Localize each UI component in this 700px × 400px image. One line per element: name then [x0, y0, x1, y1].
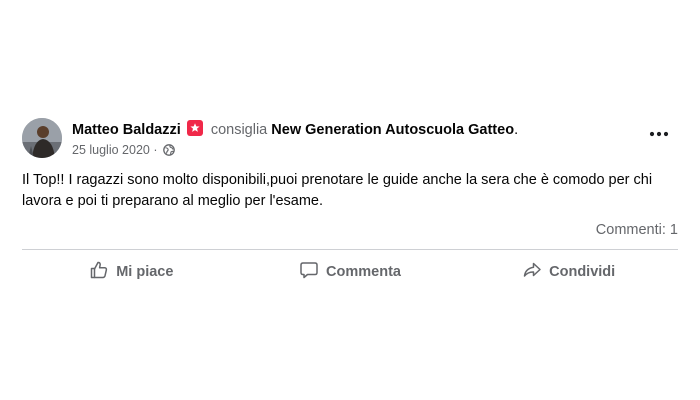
divider — [22, 249, 678, 250]
page-name-link[interactable]: New Generation Autoscuola Gatteo — [271, 122, 514, 138]
recommends-text: consiglia — [210, 122, 268, 138]
review-post: Matteo Baldazzi consiglia New Generation… — [22, 116, 678, 292]
post-header-text: Matteo Baldazzi consiglia New Generation… — [72, 120, 518, 160]
share-arrow-icon — [522, 260, 549, 284]
post-actions: Mi piace Commenta Condividi — [22, 252, 678, 292]
comment-bubble-icon — [299, 260, 326, 284]
like-button[interactable]: Mi piace — [22, 252, 241, 292]
globe-icon — [163, 144, 175, 160]
more-options-icon[interactable] — [646, 124, 672, 144]
thumbs-up-icon — [89, 260, 116, 284]
share-label: Condividi — [549, 264, 616, 280]
period: . — [514, 122, 519, 138]
share-button[interactable]: Condividi — [459, 252, 678, 292]
comment-label: Commenta — [326, 264, 401, 280]
comments-count[interactable]: Commenti: 1 — [22, 222, 678, 244]
post-date[interactable]: 25 luglio 2020 · — [72, 143, 157, 157]
author-name[interactable]: Matteo Baldazzi — [72, 122, 181, 138]
avatar[interactable] — [22, 118, 62, 158]
recommend-star-icon — [186, 120, 203, 136]
post-header: Matteo Baldazzi consiglia New Generation… — [22, 116, 678, 162]
post-body: Il Top!! I ragazzi sono molto disponibil… — [22, 172, 653, 209]
comment-button[interactable]: Commenta — [241, 252, 460, 292]
like-label: Mi piace — [116, 264, 174, 280]
